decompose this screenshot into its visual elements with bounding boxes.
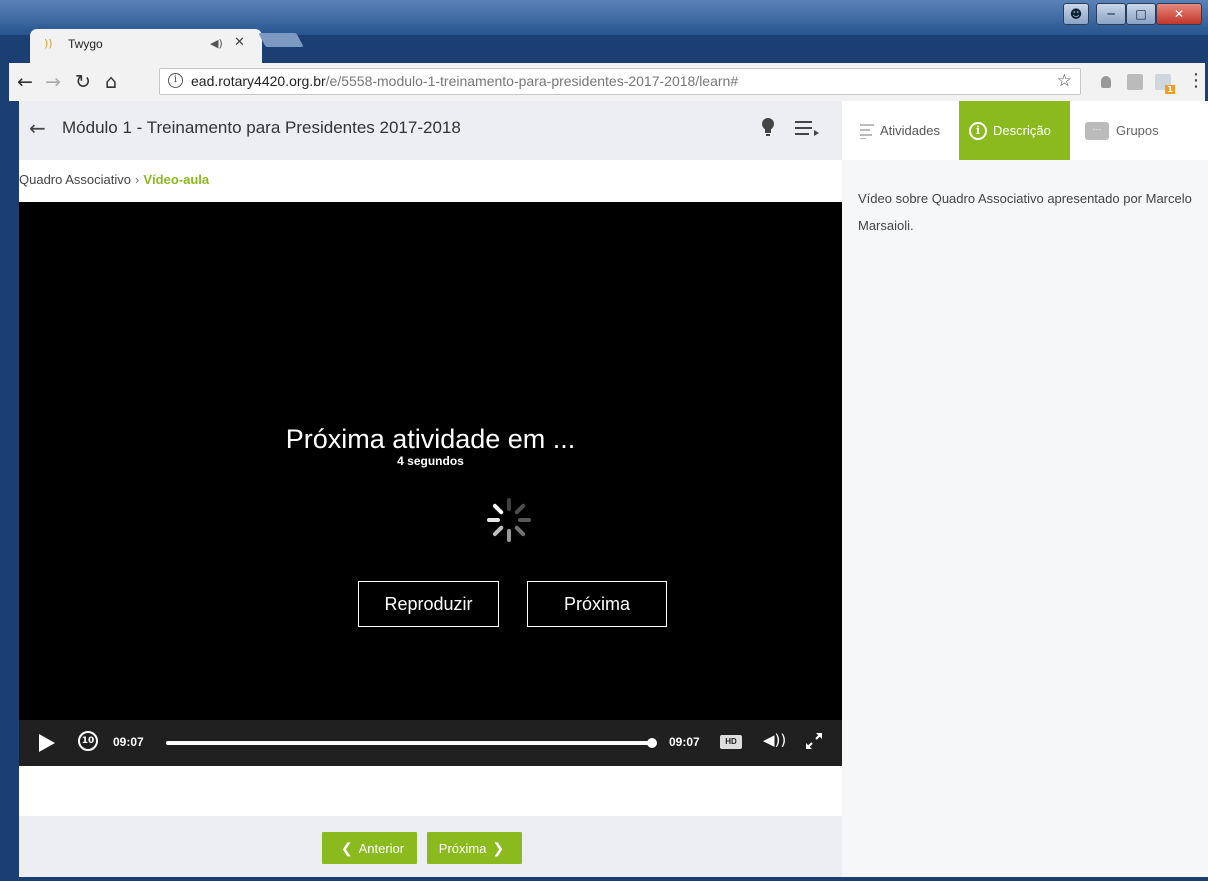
app-content: ← Módulo 1 - Treinamento para Presidente… xyxy=(19,101,1208,877)
back-arrow-icon[interactable]: ← xyxy=(29,116,46,140)
chevron-right-icon: ❯ xyxy=(492,839,505,856)
chat-icon: ··· xyxy=(1085,121,1109,140)
extension-cylinder-icon[interactable] xyxy=(1101,76,1111,88)
next-activity-countdown: 4 segundos xyxy=(397,454,464,468)
minimize-button[interactable]: ─ xyxy=(1096,3,1126,25)
url-path: /e/5558-modulo-1-treinamento-para-presid… xyxy=(325,73,739,89)
fullscreen-icon[interactable] xyxy=(805,732,823,750)
tab-title: Twygo xyxy=(68,37,103,51)
audio-playing-icon: )) xyxy=(44,37,53,50)
tab-groups-label: Grupos xyxy=(1116,123,1159,138)
maximize-button[interactable]: □ xyxy=(1126,3,1156,25)
tab-close-icon[interactable]: ✕ xyxy=(234,35,245,50)
module-header: ← Módulo 1 - Treinamento para Presidente… xyxy=(19,101,842,160)
volume-icon[interactable]: ◀)) xyxy=(763,731,786,749)
browser-tab[interactable]: )) Twygo ◀) ✕ xyxy=(30,29,262,63)
tab-activities-label: Atividades xyxy=(880,123,940,138)
video-player[interactable]: Próxima atividade em ... 4 segundos Repr… xyxy=(19,202,842,766)
current-time: 09:07 xyxy=(113,735,144,749)
address-toolbar: ← → ↻ ⌂ i ead.rotary4420.org.br/e/5558-m… xyxy=(9,63,1205,101)
extension-badge-count: 1 xyxy=(1165,85,1175,94)
tab-mute-icon[interactable]: ◀) xyxy=(210,37,223,50)
progress-bar[interactable] xyxy=(166,738,657,748)
quality-button[interactable]: HD xyxy=(720,735,742,749)
url-input[interactable]: i ead.rotary4420.org.br/e/5558-modulo-1-… xyxy=(159,68,1081,95)
replay-button[interactable]: Reproduzir xyxy=(358,581,499,627)
next-activity-footer-button[interactable]: Próxima ❯ xyxy=(427,832,522,864)
progress-fill xyxy=(166,741,652,745)
breadcrumb-separator: › xyxy=(135,172,140,187)
reload-icon[interactable]: ↻ xyxy=(75,71,91,93)
next-label: Próxima xyxy=(438,840,487,856)
user-profile-button[interactable]: ☻ xyxy=(1063,3,1089,25)
tab-activities[interactable]: Atividades xyxy=(860,101,940,160)
previous-activity-button[interactable]: ❮ Anterior xyxy=(322,832,417,864)
page-title: Módulo 1 - Treinamento para Presidentes … xyxy=(62,118,461,137)
close-window-button[interactable]: ✕ xyxy=(1156,3,1202,25)
home-icon[interactable]: ⌂ xyxy=(105,71,117,93)
info-icon: i xyxy=(969,121,987,140)
duration-time: 09:07 xyxy=(669,735,700,749)
playlist-icon[interactable] xyxy=(795,120,819,136)
player-controls: 10 09:07 09:07 HD ◀)) xyxy=(19,720,842,766)
play-icon[interactable] xyxy=(39,734,55,752)
extension-box-icon[interactable] xyxy=(1127,74,1143,90)
breadcrumb-current: Vídeo-aula xyxy=(143,172,210,187)
url-host: ead.rotary4420.org.br xyxy=(191,73,326,89)
tab-description[interactable]: i Descrição xyxy=(959,101,1070,160)
previous-label: Anterior xyxy=(358,840,405,856)
bookmark-star-icon[interactable]: ☆ xyxy=(1057,71,1072,91)
chevron-left-icon: ❮ xyxy=(340,839,353,856)
side-panel-tabs: Atividades i Descrição ··· Grupos xyxy=(842,101,1208,160)
tab-groups[interactable]: ··· Grupos xyxy=(1085,101,1159,160)
rewind-10-icon[interactable]: 10 xyxy=(78,731,98,751)
next-activity-button[interactable]: Próxima xyxy=(527,581,667,627)
breadcrumb: Quadro Associativo › Vídeo-aula xyxy=(19,161,842,202)
forward-arrow-icon[interactable]: → xyxy=(45,71,61,93)
progress-handle[interactable] xyxy=(647,738,657,748)
lightbulb-icon[interactable] xyxy=(761,117,775,137)
breadcrumb-parent[interactable]: Quadro Associativo xyxy=(19,172,131,187)
extension-badge-icon[interactable]: 1 xyxy=(1155,74,1175,94)
list-icon xyxy=(860,123,874,139)
tab-description-label: Descrição xyxy=(993,123,1051,138)
loading-spinner-icon xyxy=(487,498,531,542)
new-tab-button[interactable] xyxy=(258,33,304,47)
next-activity-title: Próxima atividade em ... xyxy=(285,424,576,454)
learning-area: ← Módulo 1 - Treinamento para Presidente… xyxy=(19,101,842,877)
browser-menu-icon[interactable]: ⋮ xyxy=(1187,70,1205,91)
activity-footer: ❮ Anterior Próxima ❯ xyxy=(19,816,842,877)
side-panel: Atividades i Descrição ··· Grupos Vídeo … xyxy=(842,101,1208,877)
activity-description: Vídeo sobre Quadro Associativo apresenta… xyxy=(858,191,1192,233)
site-info-icon[interactable]: i xyxy=(168,73,183,88)
back-arrow-icon[interactable]: ← xyxy=(17,71,33,93)
